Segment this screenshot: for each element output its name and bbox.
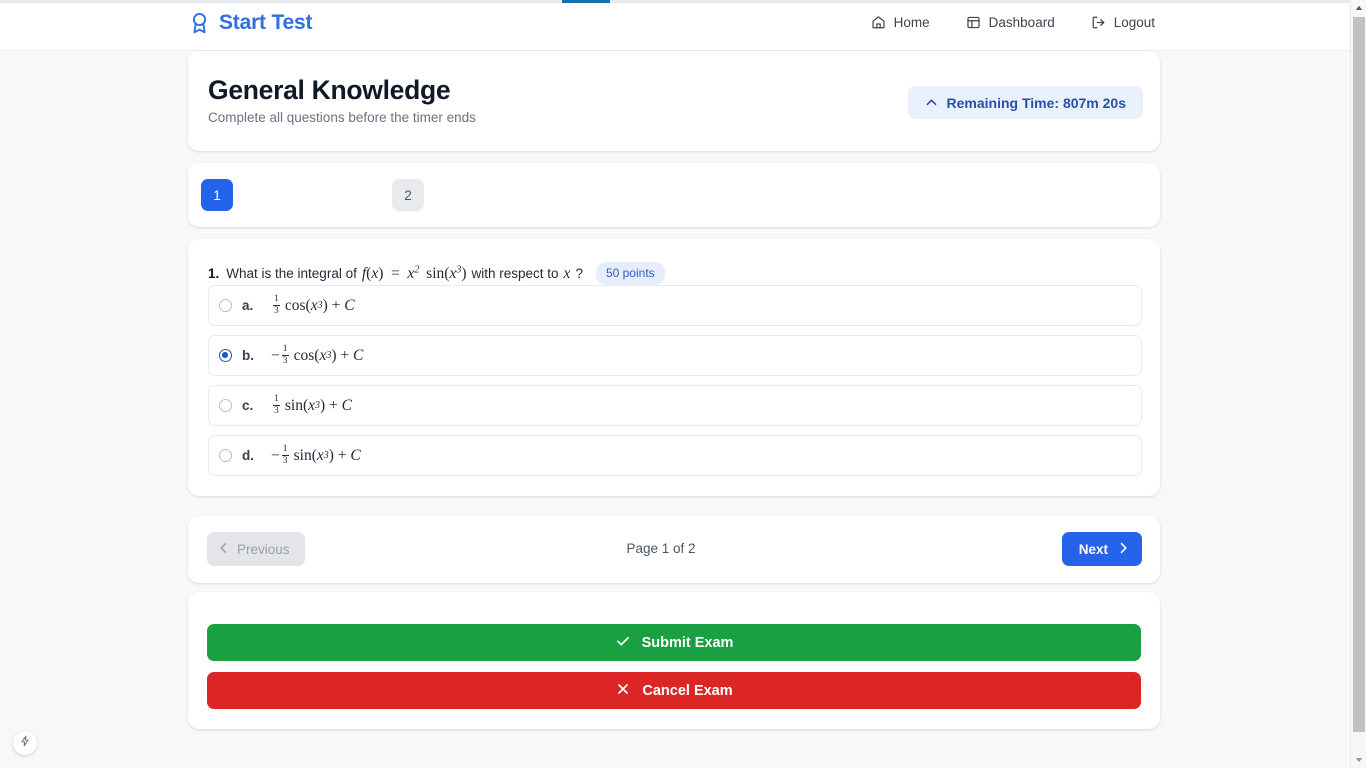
- page-tab-2[interactable]: 2: [392, 179, 424, 211]
- radio-b[interactable]: [219, 349, 232, 362]
- option-letter-c: c.: [242, 398, 254, 413]
- points-badge: 50 points: [595, 262, 665, 285]
- chevron-right-icon: [1116, 541, 1130, 558]
- main-nav: Home Dashboard Logout: [871, 15, 1155, 30]
- nav-item-dashboard[interactable]: Dashboard: [966, 15, 1055, 30]
- radio-c[interactable]: [219, 399, 232, 412]
- chevron-up-icon: [925, 96, 938, 109]
- submit-exam-label: Submit Exam: [641, 634, 734, 651]
- page-subtitle: Complete all questions before the timer …: [208, 110, 476, 125]
- option-value-b: −1 3 cos(x 3) + C: [271, 344, 364, 366]
- question-number: 1.: [208, 266, 220, 281]
- answer-option-c[interactable]: c. 13 sin(x 3) + C: [208, 385, 1142, 426]
- question-header: 1. What is the integral of f(x) = x2 sin…: [208, 262, 665, 285]
- nav-label-dashboard: Dashboard: [988, 15, 1055, 30]
- check-icon: [615, 633, 631, 653]
- nav-label-logout: Logout: [1113, 15, 1155, 30]
- exam-actions-card: Submit Exam Cancel Exam: [188, 592, 1160, 729]
- question-mark: ?: [575, 265, 583, 281]
- exam-title-card: General Knowledge Complete all questions…: [188, 51, 1160, 151]
- scrollbar-down-arrow-icon[interactable]: [1351, 752, 1366, 768]
- submit-exam-button[interactable]: Submit Exam: [207, 624, 1141, 661]
- radio-a[interactable]: [219, 299, 232, 312]
- option-letter-b: b.: [242, 348, 254, 363]
- vertical-scrollbar[interactable]: [1350, 0, 1366, 768]
- option-value-d: −1 3 sin(x 3) + C: [271, 444, 361, 466]
- award-ribbon-icon: [190, 12, 209, 34]
- dashboard-layout-icon: [966, 15, 981, 30]
- logout-icon: [1091, 15, 1106, 30]
- answer-option-a[interactable]: a. 13 cos(x 3) + C: [208, 285, 1142, 326]
- page-indicator: Page 1 of 2: [626, 541, 696, 556]
- x-icon: [615, 681, 631, 701]
- question-card: 1. What is the integral of f(x) = x2 sin…: [188, 239, 1160, 496]
- home-icon: [871, 15, 886, 30]
- question-prompt-prefix: What is the integral of: [226, 265, 357, 281]
- next-button[interactable]: Next: [1061, 532, 1142, 566]
- question-page-tabs-card: 1 2: [188, 163, 1160, 227]
- scrollbar-up-arrow-icon[interactable]: [1351, 0, 1366, 16]
- question-expression: f(x) = x2 sin(x3): [361, 264, 467, 282]
- option-value-c: 13 sin(x 3) + C: [273, 394, 352, 416]
- remaining-time-label: Remaining Time: 807m 20s: [946, 94, 1126, 111]
- nav-item-logout[interactable]: Logout: [1091, 15, 1155, 30]
- answer-option-b[interactable]: b. −1 3 cos(x 3) + C: [208, 335, 1142, 376]
- cancel-exam-label: Cancel Exam: [642, 682, 733, 699]
- pagination-card: Previous Page 1 of 2 Next: [188, 516, 1160, 583]
- lightning-bolt-icon: [19, 734, 31, 752]
- question-prompt: What is the integral of f(x) = x2 sin(x3…: [226, 265, 583, 283]
- question-variable: x: [563, 264, 571, 282]
- option-value-a: 13 cos(x 3) + C: [273, 294, 355, 316]
- radio-d[interactable]: [219, 449, 232, 462]
- cancel-exam-button[interactable]: Cancel Exam: [207, 672, 1141, 709]
- progress-bar-fill: [562, 0, 610, 3]
- brand-name: Start Test: [219, 11, 313, 34]
- option-letter-a: a.: [242, 298, 254, 313]
- remaining-time-badge[interactable]: Remaining Time: 807m 20s: [907, 86, 1143, 119]
- option-letter-d: d.: [242, 448, 254, 463]
- scrollbar-thumb[interactable]: [1353, 17, 1365, 732]
- next-button-label: Next: [1078, 541, 1108, 557]
- brand-logo[interactable]: Start Test: [190, 11, 313, 35]
- question-prompt-suffix: with respect to: [471, 265, 559, 281]
- nav-item-home[interactable]: Home: [871, 15, 930, 30]
- nav-label-home: Home: [893, 15, 930, 30]
- app-header: Start Test Home Dashboard Logout: [0, 0, 1350, 51]
- quick-action-fab[interactable]: [13, 731, 37, 755]
- page-title: General Knowledge: [208, 75, 451, 105]
- page-tab-1[interactable]: 1: [201, 179, 233, 211]
- page-load-progress-bar: [0, 0, 1350, 3]
- answer-option-d[interactable]: d. −1 3 sin(x 3) + C: [208, 435, 1142, 476]
